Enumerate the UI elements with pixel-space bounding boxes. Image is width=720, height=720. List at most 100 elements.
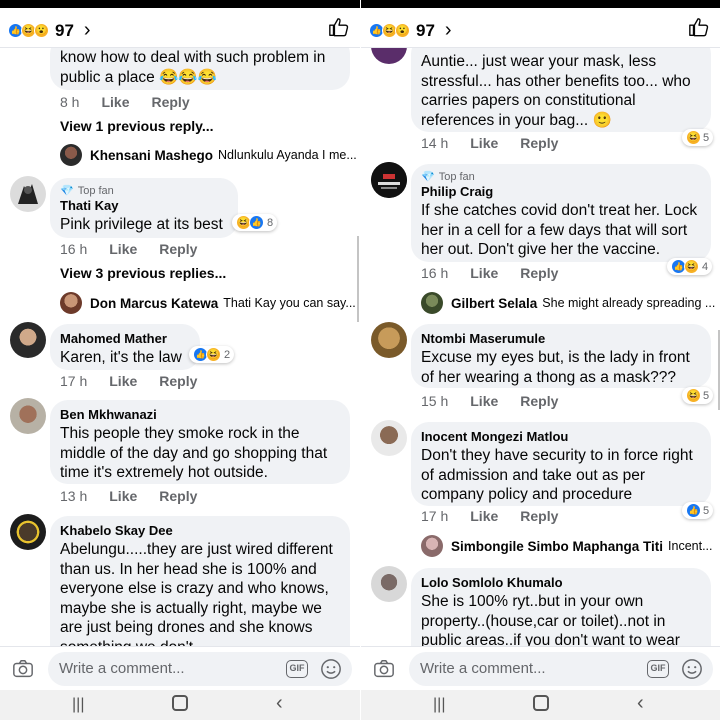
right-screenshot: Auntie... just wear your mask, less stre… bbox=[360, 0, 720, 720]
reply-button[interactable]: Reply bbox=[520, 265, 558, 281]
comment-actions: 16 h Like Reply bbox=[421, 265, 558, 281]
reply-button[interactable]: Reply bbox=[520, 135, 558, 151]
emoji-icon[interactable] bbox=[681, 658, 703, 680]
comment-text: This people they smoke rock in the middl… bbox=[60, 425, 328, 481]
comment-input[interactable]: Write a comment... GIF bbox=[409, 652, 713, 686]
comment-author[interactable]: Mahomed Mather bbox=[60, 330, 190, 348]
reply-snippet: Thati Kay you can say... bbox=[223, 296, 356, 310]
reaction-summary[interactable]: 😆 👍 8 bbox=[232, 214, 278, 231]
reply-button[interactable]: Reply bbox=[151, 94, 189, 110]
camera-icon[interactable] bbox=[12, 658, 34, 680]
home-icon[interactable] bbox=[172, 695, 188, 711]
reply-preview[interactable]: Don Marcus Katewa Thati Kay you can say.… bbox=[60, 292, 356, 314]
gif-icon[interactable]: GIF bbox=[286, 660, 308, 678]
reply-preview[interactable]: Simbongile Simbo Maphanga Titi Incent... bbox=[421, 535, 713, 557]
reply-button[interactable]: Reply bbox=[520, 508, 558, 524]
comment-author[interactable]: Khabelo Skay Dee bbox=[60, 522, 340, 540]
haha-icon: 😆 bbox=[684, 259, 699, 274]
comment-bubble: Inocent Mongezi Matlou Don't they have s… bbox=[411, 422, 711, 506]
reactions-header: 👍 😆 😮 97 › bbox=[0, 8, 360, 48]
like-button[interactable]: Like bbox=[109, 241, 137, 257]
like-button[interactable]: Like bbox=[470, 265, 498, 281]
comment-input[interactable]: Write a comment... GIF bbox=[48, 652, 352, 686]
reaction-summary[interactable]: 😆 5 bbox=[682, 387, 714, 404]
gif-icon[interactable]: GIF bbox=[647, 660, 669, 678]
comment-time: 8 h bbox=[60, 94, 80, 110]
reaction-summary[interactable]: 👍 5 bbox=[682, 502, 714, 519]
reactions-header: 👍 😆 😮 97 › bbox=[361, 8, 720, 48]
like-button[interactable]: Like bbox=[101, 94, 129, 110]
comment-actions: 8 h Like Reply bbox=[60, 94, 190, 110]
reply-button[interactable]: Reply bbox=[159, 373, 197, 389]
comment-time: 13 h bbox=[60, 488, 88, 504]
like-post-icon[interactable] bbox=[328, 16, 350, 38]
like-icon: 👍 bbox=[249, 215, 264, 230]
reactions-summary[interactable]: 👍 😆 😮 97 › bbox=[369, 19, 452, 42]
comment-time: 17 h bbox=[421, 508, 449, 524]
reply-button[interactable]: Reply bbox=[520, 393, 558, 409]
wow-icon: 😮 bbox=[395, 23, 410, 38]
back-icon[interactable]: ‹ bbox=[276, 692, 283, 715]
reaction-summary[interactable]: 👍 😆 4 bbox=[667, 258, 713, 275]
camera-icon[interactable] bbox=[373, 658, 395, 680]
reply-author[interactable]: Simbongile Simbo Maphanga Titi bbox=[451, 539, 663, 554]
chevron-right-icon[interactable]: › bbox=[445, 19, 452, 42]
comment-composer: Write a comment... GIF bbox=[0, 646, 360, 690]
reactions-summary[interactable]: 👍 😆 😮 97 › bbox=[8, 19, 91, 42]
recent-apps-icon[interactable]: ||| bbox=[433, 696, 445, 714]
comment-author[interactable]: Ben Mkhwanazi bbox=[60, 406, 340, 424]
reaction-summary[interactable]: 👍 😆 2 bbox=[189, 346, 235, 363]
avatar bbox=[421, 535, 443, 557]
like-button[interactable]: Like bbox=[109, 488, 137, 504]
reply-author[interactable]: Khensani Mashego bbox=[90, 148, 213, 163]
avatar[interactable] bbox=[371, 420, 407, 456]
avatar[interactable] bbox=[10, 514, 46, 550]
chevron-right-icon[interactable]: › bbox=[84, 19, 91, 42]
emoji-icon[interactable] bbox=[320, 658, 342, 680]
reply-button[interactable]: Reply bbox=[159, 488, 197, 504]
avatar[interactable] bbox=[10, 176, 46, 212]
like-post-icon[interactable] bbox=[688, 16, 710, 38]
avatar[interactable] bbox=[371, 566, 407, 602]
comment-author[interactable]: Thati Kay bbox=[60, 197, 228, 215]
reply-snippet: She might already spreading ... bbox=[542, 296, 716, 310]
comment-author[interactable]: Ntombi Maserumule bbox=[421, 330, 701, 348]
comment-author[interactable]: Philip Craig bbox=[421, 183, 701, 201]
reply-preview[interactable]: Khensani Mashego Ndlunkulu Ayanda I me..… bbox=[60, 144, 357, 166]
comment-placeholder: Write a comment... bbox=[420, 660, 546, 677]
like-button[interactable]: Like bbox=[470, 508, 498, 524]
comment-composer: Write a comment... GIF bbox=[361, 646, 720, 690]
reply-author[interactable]: Don Marcus Katewa bbox=[90, 296, 218, 311]
comment-time: 15 h bbox=[421, 393, 449, 409]
view-previous-replies-link[interactable]: View 1 previous reply... bbox=[60, 118, 214, 134]
like-button[interactable]: Like bbox=[470, 135, 498, 151]
reply-author[interactable]: Gilbert Selala bbox=[451, 296, 537, 311]
status-bar bbox=[0, 0, 360, 8]
comment-author[interactable]: Inocent Mongezi Matlou bbox=[421, 428, 701, 446]
comment-bubble: Mahomed Mather Karen, it's the law bbox=[50, 324, 200, 370]
home-icon[interactable] bbox=[533, 695, 549, 711]
reply-preview[interactable]: Gilbert Selala She might already spreadi… bbox=[421, 292, 715, 314]
reply-snippet: Incent... bbox=[668, 539, 713, 553]
comment-author[interactable]: Lolo Somlolo Khumalo bbox=[421, 574, 701, 592]
comment-text: know how to deal with such problem in pu… bbox=[60, 49, 326, 86]
comment-bubble: 💎 Top fan Philip Craig If she catches cov… bbox=[411, 164, 711, 262]
avatar[interactable] bbox=[371, 322, 407, 358]
avatar[interactable] bbox=[10, 322, 46, 358]
reply-button[interactable]: Reply bbox=[159, 241, 197, 257]
back-icon[interactable]: ‹ bbox=[637, 692, 644, 715]
recent-apps-icon[interactable]: ||| bbox=[72, 696, 84, 714]
like-icon: 👍 bbox=[686, 503, 701, 518]
like-button[interactable]: Like bbox=[470, 393, 498, 409]
top-fan-badge: 💎 Top fan bbox=[60, 184, 114, 198]
avatar[interactable] bbox=[371, 162, 407, 198]
view-previous-replies-link[interactable]: View 3 previous replies... bbox=[60, 265, 226, 281]
haha-icon: 😆 bbox=[686, 388, 701, 403]
comment-placeholder: Write a comment... bbox=[59, 660, 185, 677]
like-button[interactable]: Like bbox=[109, 373, 137, 389]
avatar[interactable] bbox=[10, 398, 46, 434]
comment-bubble: Khabelo Skay Dee Abelungu.....they are j… bbox=[50, 516, 350, 666]
scrollbar[interactable] bbox=[357, 236, 359, 322]
comment-time: 16 h bbox=[60, 241, 88, 257]
reaction-summary[interactable]: 😆 5 bbox=[682, 129, 714, 146]
